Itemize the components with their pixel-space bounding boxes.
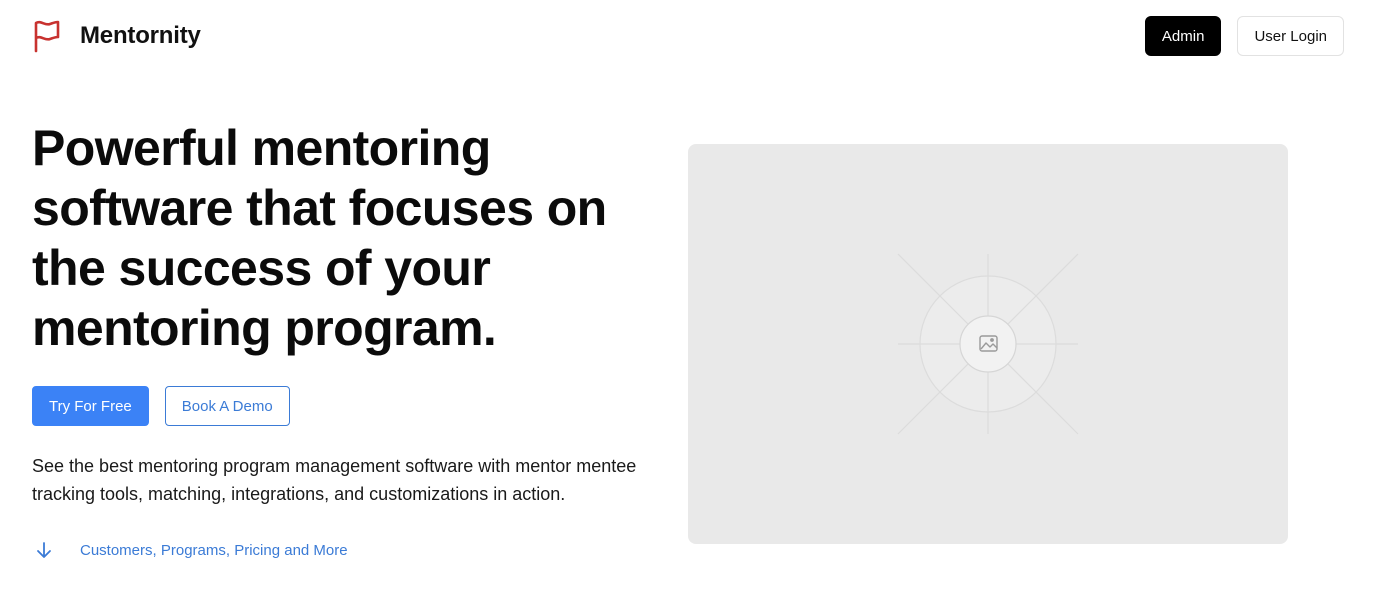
more-info-link[interactable]: Customers, Programs, Pricing and More xyxy=(32,538,692,562)
book-a-demo-button[interactable]: Book A Demo xyxy=(164,386,290,426)
hero-image-placeholder xyxy=(688,144,1288,544)
admin-button[interactable]: Admin xyxy=(1144,16,1222,56)
brand-name: Mentornity xyxy=(80,22,201,49)
brand-home-link[interactable]: Mentornity xyxy=(32,18,201,54)
user-login-button[interactable]: User Login xyxy=(1237,16,1344,56)
more-info-label: Customers, Programs, Pricing and More xyxy=(80,541,348,559)
cta-buttons: Try For Free Book A Demo xyxy=(32,386,692,426)
image-placeholder-graphic xyxy=(897,253,1079,435)
hero-title: Powerful mentoring software that focuses… xyxy=(32,120,607,356)
header-actions: Admin User Login xyxy=(1144,16,1344,56)
try-for-free-button[interactable]: Try For Free xyxy=(32,386,149,426)
site-header: Mentornity Admin User Login xyxy=(0,0,1376,72)
hero-description: See the best mentoring program managemen… xyxy=(32,456,637,504)
flag-icon xyxy=(32,18,64,54)
arrow-down-icon xyxy=(32,538,56,562)
hero-content: Powerful mentoring software that focuses… xyxy=(32,118,692,562)
